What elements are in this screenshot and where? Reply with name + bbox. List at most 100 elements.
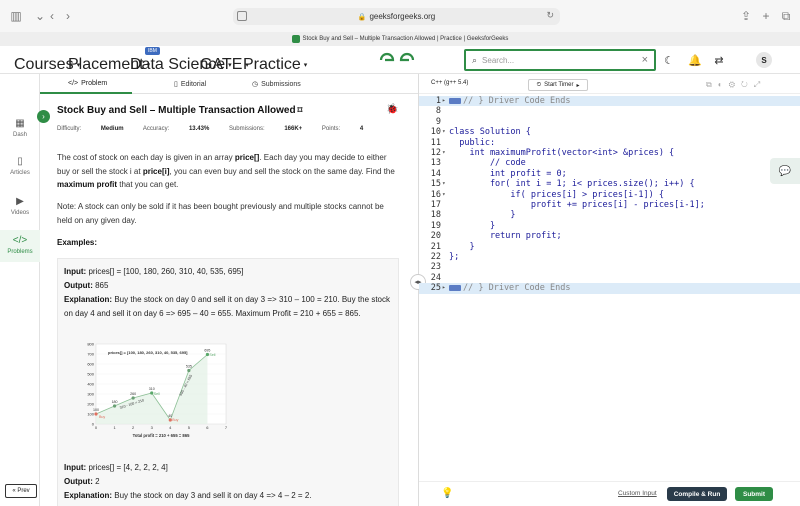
ibm-badge: IBM: [145, 47, 160, 55]
nav-practice[interactable]: Practice ▾: [243, 56, 307, 74]
translate-icon[interactable]: ⇄: [712, 53, 726, 67]
copy-icon[interactable]: ⧉: [706, 80, 718, 89]
book-icon: ▯: [17, 156, 23, 167]
gfg-logo[interactable]: [378, 51, 416, 69]
custom-input-link[interactable]: Custom Input: [618, 490, 657, 497]
folded-code-icon[interactable]: [449, 284, 461, 291]
code-line[interactable]: 19 }: [419, 221, 800, 231]
sidebar-item-problems[interactable]: </> Problems: [0, 230, 40, 262]
fold-toggle-icon[interactable]: ▾: [442, 127, 446, 137]
code-text: if( prices[i] > prices[i-1]) {: [449, 189, 664, 200]
back-icon[interactable]: ‹: [44, 8, 60, 24]
point-label: 180: [112, 400, 118, 404]
bookmark-icon[interactable]: ⌑: [298, 105, 303, 115]
data-point: [187, 368, 191, 373]
compile-run-button[interactable]: Compile & Run: [667, 487, 727, 501]
tab-label: Submissions: [261, 80, 301, 88]
y-tick-label: 700: [87, 352, 94, 357]
text-run: price[i]: [142, 166, 170, 176]
text-run: , you can even buy and sell the stock on…: [169, 166, 395, 176]
fold-toggle-icon[interactable]: ▾: [442, 190, 446, 200]
code-line[interactable]: 22};: [419, 252, 800, 262]
language-select[interactable]: C++ (g++ 5.4): [431, 80, 468, 86]
code-line[interactable]: 16 ▾ if( prices[i] > prices[i-1]) {: [419, 190, 800, 200]
folded-code-icon[interactable]: [449, 97, 461, 104]
example-explanation: Explanation: Buy the stock on day 3 and …: [64, 489, 390, 503]
theme-icon[interactable]: ◐: [718, 80, 729, 89]
video-icon: ▶: [16, 196, 24, 207]
code-line[interactable]: 15 ▾ for( int i = 1; i< prices.size(); i+…: [419, 179, 800, 189]
tab-overview-icon[interactable]: ⧉: [778, 8, 794, 24]
close-icon[interactable]: ×: [642, 54, 648, 66]
sidebar-label: Problems: [7, 249, 33, 255]
chevron-right-icon[interactable]: ›: [37, 110, 50, 123]
reload-icon[interactable]: ↻: [546, 10, 554, 21]
y-tick-label: 300: [87, 392, 94, 397]
code-line[interactable]: 11 public:: [419, 138, 800, 148]
forward-icon[interactable]: ›: [60, 8, 76, 24]
code-line[interactable]: 13 // code: [419, 158, 800, 168]
submit-button[interactable]: Submit: [735, 487, 773, 501]
browser-tab[interactable]: Stock Buy and Sell – Multiple Transactio…: [0, 32, 800, 46]
fold-toggle-icon[interactable]: ▸: [442, 96, 446, 106]
bell-icon[interactable]: 🔔: [688, 53, 702, 67]
data-point: [94, 412, 98, 416]
meta-label: Submissions:: [228, 126, 265, 132]
code-line[interactable]: 20 return profit;: [419, 231, 800, 241]
code-line[interactable]: 10 ▾ class Solution {: [419, 127, 800, 137]
buy-annotation: Buy: [99, 415, 105, 419]
code-line[interactable]: 14 int profit = 0;: [419, 169, 800, 179]
avatar[interactable]: S: [756, 52, 772, 68]
sidebar-item-dash[interactable]: ▦ Dash: [0, 118, 40, 142]
fullscreen-icon[interactable]: ⤢: [754, 80, 766, 89]
code-line[interactable]: 23: [419, 262, 800, 272]
fold-toggle-icon[interactable]: ▸: [442, 283, 446, 293]
label: Explanation:: [64, 491, 113, 500]
tab-editorial[interactable]: ▯ Editorial: [174, 80, 207, 89]
dark-mode-icon[interactable]: ☾: [662, 53, 676, 67]
code-line[interactable]: 8: [419, 106, 800, 116]
clock-icon: ◷: [252, 81, 259, 88]
code-line[interactable]: 17 profit += prices[i] - prices[i-1];: [419, 200, 800, 210]
code-line[interactable]: 12 ▾ int maximumProfit(vector<int> &price…: [419, 148, 800, 158]
sidebar-item-articles[interactable]: ▯ Articles: [0, 156, 40, 180]
search-input[interactable]: ⌕ Search... ×: [464, 49, 656, 71]
address-bar[interactable]: 🔒 geeksforgeeks.org ↻: [233, 8, 560, 25]
code-line[interactable]: 21 }: [419, 242, 800, 252]
code-line[interactable]: 25 ▸// } Driver Code Ends: [419, 283, 800, 294]
sidebar-toggle-icon[interactable]: ▥: [8, 8, 24, 24]
reset-icon[interactable]: ↻: [741, 80, 754, 89]
code-editor[interactable]: 1 ▸// } Driver Code Ends 8 9 10 ▾ class Soluti…: [419, 94, 800, 394]
tab-submissions[interactable]: ◷ Submissions: [252, 80, 301, 89]
play-icon: ▸: [576, 82, 580, 89]
chat-icon[interactable]: 💬: [770, 158, 800, 184]
tab-problem[interactable]: </> Problem: [68, 80, 107, 87]
editor-actions[interactable]: ⧉◐⚙↻⤢: [706, 80, 766, 90]
label: Input:: [64, 463, 87, 472]
example-input: Input: prices[] = [100, 180, 260, 310, 4…: [64, 265, 390, 279]
code-text: }: [449, 210, 516, 221]
problem-statement: The cost of stock on each day is given i…: [57, 151, 397, 192]
start-timer-button[interactable]: ⏲ Start Timer ▸: [528, 79, 588, 91]
settings-icon[interactable]: ⚙: [729, 80, 741, 89]
code-line[interactable]: 24: [419, 273, 800, 283]
new-tab-icon[interactable]: +: [758, 8, 774, 24]
fold-toggle-icon[interactable]: ▾: [442, 148, 446, 158]
code-line[interactable]: 1 ▸// } Driver Code Ends: [419, 96, 800, 107]
nav-gate[interactable]: GATE ▾: [200, 56, 249, 74]
fold-toggle-icon[interactable]: ▾: [442, 179, 446, 189]
code-text: int maximumProfit(vector<int> &prices) {: [449, 148, 675, 158]
share-icon[interactable]: ⇪: [738, 8, 754, 24]
sidebar-item-videos[interactable]: ▶ Videos: [0, 196, 40, 220]
code-line[interactable]: 9: [419, 117, 800, 127]
chart-xlabel: Total profit = 210 + 655 = 865: [133, 433, 191, 438]
example-input: Input: prices[] = [4, 2, 2, 2, 4]: [64, 461, 390, 475]
prev-button[interactable]: « Prev: [5, 484, 37, 498]
sell-annotation: Sell: [209, 353, 215, 357]
lightbulb-icon[interactable]: 💡: [441, 488, 453, 499]
code-line[interactable]: 18 }: [419, 210, 800, 220]
bug-report-icon[interactable]: 🐞: [386, 104, 398, 115]
tab-label: Editorial: [180, 80, 207, 88]
line-number: 14: [430, 168, 441, 179]
line-number: 23: [430, 262, 441, 273]
